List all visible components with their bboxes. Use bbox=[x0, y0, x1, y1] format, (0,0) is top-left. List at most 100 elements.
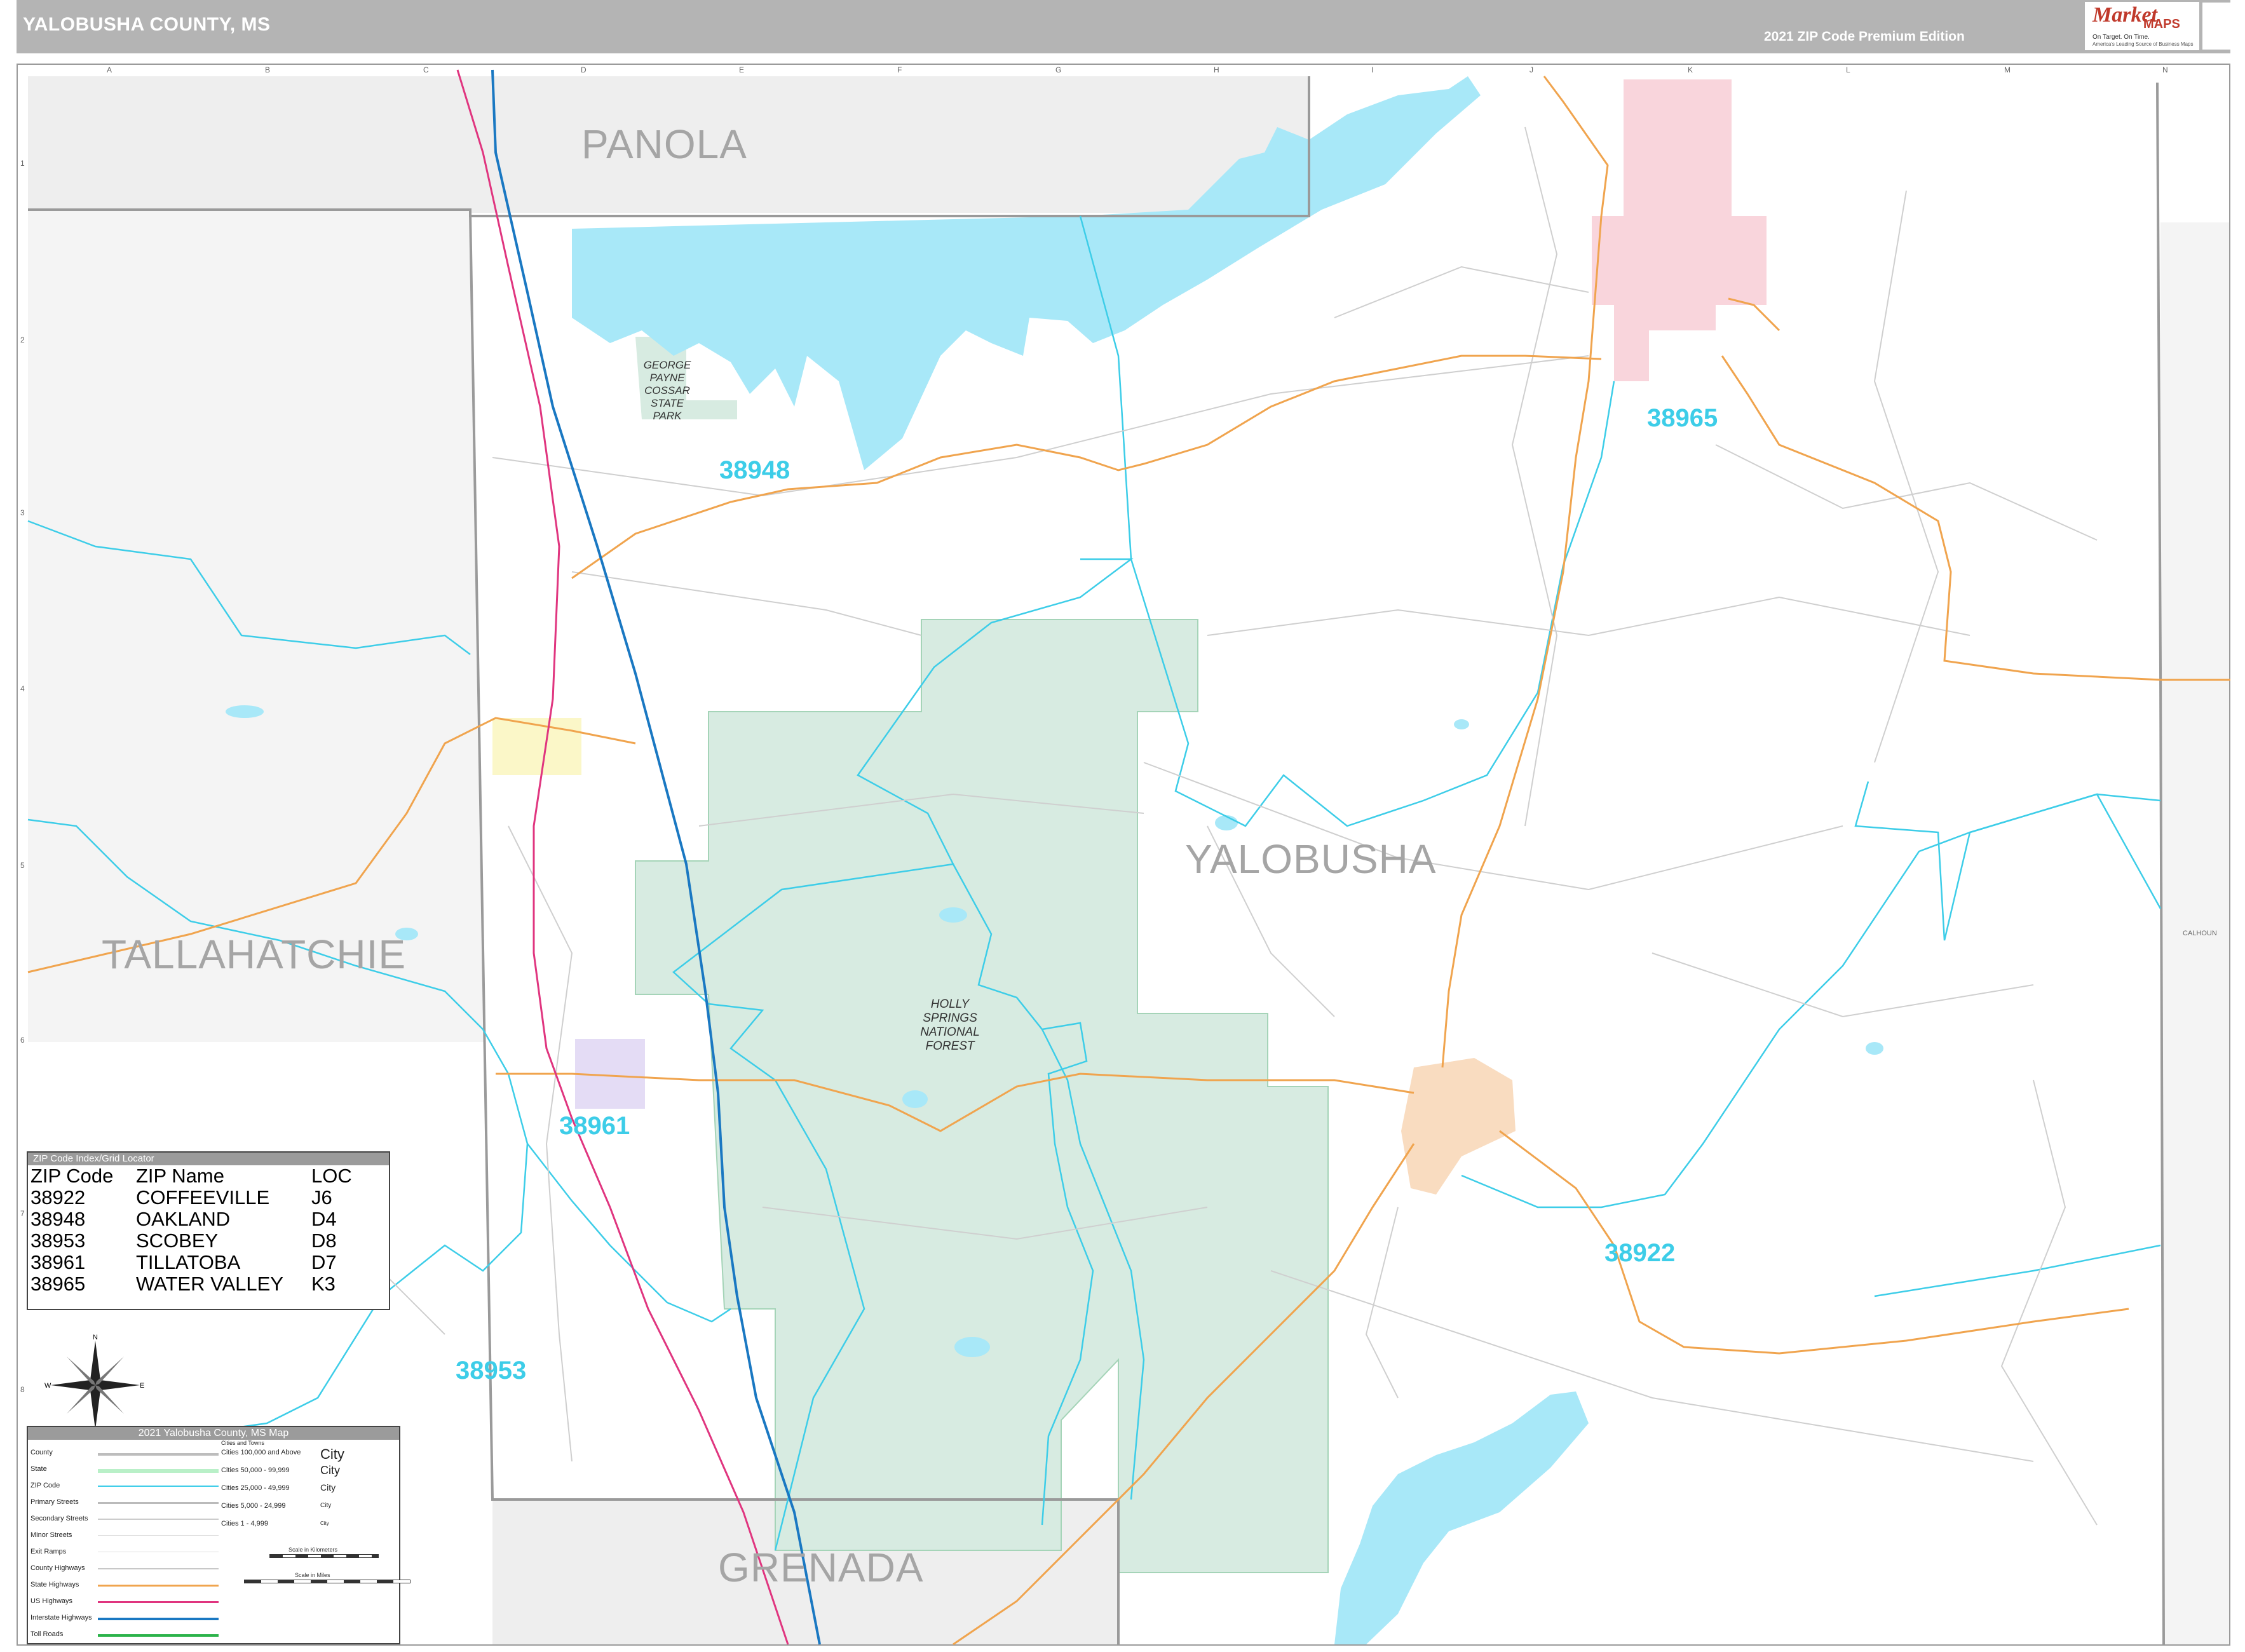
zip-index-table: ZIP Code ZIP Name LOC 38922 COFFEEVILLE … bbox=[31, 1165, 356, 1295]
tallahatchie-county-area bbox=[28, 210, 492, 1042]
grid-col-n: N bbox=[2162, 65, 2168, 74]
zip-label-38961: 38961 bbox=[559, 1112, 630, 1140]
zip-code-cell: 38922 bbox=[31, 1186, 86, 1209]
table-row: 38953 SCOBEY D8 bbox=[31, 1230, 356, 1252]
zip-loc-cell: J6 bbox=[311, 1186, 332, 1209]
grid-col-k: K bbox=[1688, 65, 1693, 74]
zip-label-38948: 38948 bbox=[719, 456, 790, 484]
map-canvas bbox=[27, 69, 2230, 1646]
table-row: 38965 WATER VALLEY K3 bbox=[31, 1273, 356, 1295]
grid-row-4: 4 bbox=[20, 684, 25, 693]
legend-city-tier-1: Cities 100,000 and Above bbox=[221, 1449, 301, 1456]
compass-w: W bbox=[44, 1382, 51, 1390]
zip-code-cell: 38965 bbox=[31, 1273, 86, 1295]
grid-col-c: C bbox=[423, 65, 429, 74]
grid-col-b: B bbox=[265, 65, 271, 74]
legend-cities-title: Cities and Towns bbox=[221, 1440, 264, 1446]
legend-swatch-interstate bbox=[98, 1618, 219, 1620]
pond bbox=[226, 705, 264, 718]
legend-city-tier-4: Cities 5,000 - 24,999 bbox=[221, 1502, 286, 1510]
grid-col-a: A bbox=[107, 65, 112, 74]
legend-swatch-state bbox=[98, 1469, 219, 1473]
compass-rose-icon: N S W E bbox=[44, 1334, 144, 1436]
grid-row-6: 6 bbox=[20, 1036, 25, 1045]
grid-col-g: G bbox=[1055, 65, 1062, 74]
legend-item-state: State bbox=[31, 1465, 47, 1473]
holly-springs-forest-label: HOLLY SPRINGS NATIONAL FOREST bbox=[920, 998, 980, 1053]
zip-code-cell: 38953 bbox=[31, 1229, 86, 1252]
grid-col-i: I bbox=[1371, 65, 1374, 74]
legend-swatch-primary bbox=[98, 1502, 219, 1504]
table-row: 38922 COFFEEVILLE J6 bbox=[31, 1187, 356, 1209]
legend-swatch-county-hwy bbox=[98, 1568, 219, 1569]
legend-city-tier-5: Cities 1 - 4,999 bbox=[221, 1520, 268, 1527]
grid-row-1: 1 bbox=[20, 159, 25, 168]
grid-col-e: E bbox=[739, 65, 745, 74]
zip-code-cell: 38961 bbox=[31, 1251, 86, 1273]
table-row: 38948 OAKLAND D4 bbox=[31, 1209, 356, 1230]
legend-item-minor: Minor Streets bbox=[31, 1531, 72, 1539]
county-label-grenada: GRENADA bbox=[718, 1545, 924, 1590]
zip-label-38965: 38965 bbox=[1647, 404, 1718, 432]
zip-label-38922: 38922 bbox=[1604, 1239, 1676, 1267]
legend-swatch-state-hwy bbox=[98, 1585, 219, 1587]
zip-name-cell: WATER VALLEY bbox=[136, 1273, 283, 1295]
legend-item-interstate: Interstate Highways bbox=[31, 1614, 92, 1622]
map-legend: 2021 Yalobusha County, MS Map County Sta… bbox=[27, 1426, 410, 1644]
legend-city-tier-3: Cities 25,000 - 49,999 bbox=[221, 1484, 290, 1492]
pond bbox=[902, 1090, 928, 1108]
grid-row-8: 8 bbox=[20, 1385, 25, 1394]
grid-col-h: H bbox=[1214, 65, 1219, 74]
legend-item-primary: Primary Streets bbox=[31, 1498, 79, 1506]
grid-col-j: J bbox=[1529, 65, 1533, 74]
zip-index-box: ZIP Code Index/Grid Locator ZIP Code ZIP… bbox=[27, 1151, 390, 1310]
pond bbox=[1454, 719, 1469, 729]
county-label-calhoun: CALHOUN bbox=[2183, 930, 2217, 937]
legend-item-zip: ZIP Code bbox=[31, 1482, 60, 1489]
zip-code-cell: 38948 bbox=[31, 1208, 86, 1230]
pond bbox=[954, 1337, 990, 1357]
county-label-panola: PANOLA bbox=[581, 121, 747, 167]
table-row: 38961 TILLATOBA D7 bbox=[31, 1252, 356, 1273]
legend-item-toll: Toll Roads bbox=[31, 1630, 64, 1638]
pond bbox=[1866, 1042, 1883, 1055]
zip-name-cell: COFFEEVILLE bbox=[136, 1186, 270, 1209]
zip-loc-cell: D8 bbox=[311, 1229, 337, 1252]
legend-title: 2021 Yalobusha County, MS Map bbox=[28, 1427, 399, 1440]
scale-mi-label: Scale in Miles bbox=[295, 1572, 330, 1578]
scale-bar-mi bbox=[244, 1580, 410, 1583]
grid-col-d: D bbox=[581, 65, 587, 74]
pond bbox=[939, 907, 967, 923]
legend-swatch-secondary bbox=[98, 1519, 219, 1520]
zip-index-header-row: ZIP Code ZIP Name LOC bbox=[31, 1165, 356, 1187]
legend-city-sample-4: City bbox=[320, 1502, 332, 1509]
zip-name-cell: OAKLAND bbox=[136, 1208, 231, 1230]
grid-col-f: F bbox=[897, 65, 902, 74]
legend-item-county: County bbox=[31, 1449, 53, 1456]
grid-row-2: 2 bbox=[20, 335, 25, 344]
legend-swatch-zip bbox=[98, 1486, 219, 1487]
legend-item-county-hwy: County Highways bbox=[31, 1564, 85, 1572]
zip-loc-cell: D7 bbox=[311, 1251, 337, 1273]
pond bbox=[1215, 815, 1238, 830]
legend-item-ramps: Exit Ramps bbox=[31, 1548, 67, 1555]
zip-index-header-name: ZIP Name bbox=[136, 1165, 224, 1187]
grid-row-5: 5 bbox=[20, 861, 25, 870]
county-label-yalobusha: YALOBUSHA bbox=[1185, 836, 1437, 882]
legend-swatch-county bbox=[98, 1453, 219, 1456]
scale-bar-km bbox=[269, 1554, 379, 1558]
legend-item-secondary: Secondary Streets bbox=[31, 1515, 88, 1522]
grid-col-m: M bbox=[2004, 65, 2011, 74]
legend-city-sample-5: City bbox=[320, 1520, 329, 1526]
legend-swatch-toll bbox=[98, 1634, 219, 1637]
legend-city-sample-1: City bbox=[320, 1446, 344, 1462]
zip-index-title: ZIP Code Index/Grid Locator bbox=[28, 1153, 389, 1165]
legend-swatch-minor bbox=[98, 1535, 219, 1536]
legend-item-us-hwy: US Highways bbox=[31, 1597, 73, 1605]
grid-col-l: L bbox=[1846, 65, 1850, 74]
zip-index-header-zip: ZIP Code bbox=[31, 1165, 114, 1187]
zip-name-cell: TILLATOBA bbox=[136, 1251, 241, 1273]
compass-e: E bbox=[140, 1382, 144, 1390]
legend-swatch-us-hwy bbox=[98, 1601, 219, 1603]
zip-label-38953: 38953 bbox=[456, 1357, 527, 1385]
